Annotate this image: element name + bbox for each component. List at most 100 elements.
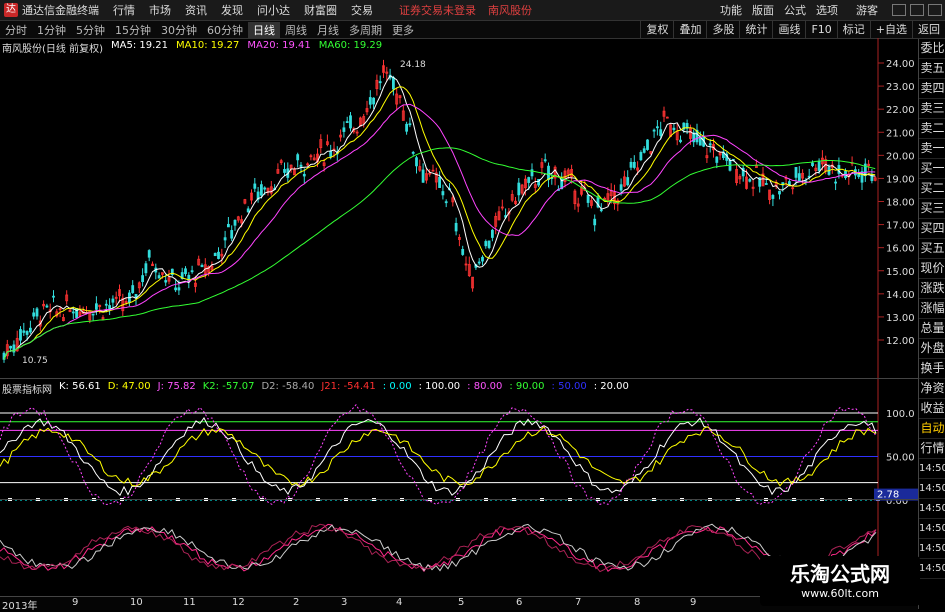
- candle-body: [342, 127, 346, 132]
- panel-change[interactable]: 涨跌: [919, 279, 945, 299]
- candle-body: [144, 263, 148, 274]
- indicator-d: D: 47.00: [107, 381, 151, 392]
- menu-layout[interactable]: 版面: [752, 2, 774, 18]
- menu-item-quotes[interactable]: 行情: [113, 2, 135, 18]
- menu-item-discover[interactable]: 发现: [221, 2, 243, 18]
- period-daily[interactable]: 日线: [248, 21, 280, 38]
- period-toolbar: 分时 1分钟 5分钟 15分钟 30分钟 60分钟 日线 周线 月线 多周期 更…: [0, 21, 945, 39]
- panel-weibi[interactable]: 委比: [919, 39, 945, 59]
- candle-body: [213, 252, 217, 257]
- btn-stats[interactable]: 统计: [739, 21, 772, 38]
- candle-body: [71, 311, 75, 314]
- candle-body: [246, 208, 250, 213]
- panel-buy1[interactable]: 买一: [919, 159, 945, 179]
- menu-item-news[interactable]: 资讯: [185, 2, 207, 18]
- panel-buy2[interactable]: 买二: [919, 179, 945, 199]
- candle-body: [629, 161, 633, 168]
- btn-f10[interactable]: F10: [805, 21, 836, 38]
- quote-side-panel: 委比 卖五 卖四 卖三 卖二 卖一 买一 买二 买三 买四 买五 现价 涨跌 涨…: [918, 39, 945, 609]
- ma-line: [3, 75, 876, 360]
- panel-turnover[interactable]: 换手: [919, 359, 945, 379]
- menu-bar: 达 通达信金融终端 行情 市场 资讯 发现 问小达 财富圈 交易 证券交易未登录…: [0, 0, 945, 21]
- candle-body: [299, 164, 303, 167]
- panel-volume[interactable]: 总量: [919, 319, 945, 339]
- menu-formula[interactable]: 公式: [784, 2, 806, 18]
- menu-options[interactable]: 选项: [816, 2, 838, 18]
- panel-net-assets[interactable]: 净资: [919, 379, 945, 399]
- panel-earnings[interactable]: 收益: [919, 399, 945, 419]
- app-title: 通达信金融终端: [22, 4, 99, 17]
- candle-body: [517, 182, 521, 196]
- panel-sell3[interactable]: 卖三: [919, 99, 945, 119]
- panel-change-pct[interactable]: 涨幅: [919, 299, 945, 319]
- candle-body: [52, 295, 55, 298]
- candle-body: [174, 287, 178, 291]
- period-monthly[interactable]: 月线: [312, 22, 344, 38]
- indicator-title[interactable]: 股票指标网: [2, 381, 52, 396]
- panel-time-3: 14:50: [919, 499, 945, 519]
- maximize-icon[interactable]: [910, 4, 924, 16]
- btn-back[interactable]: 返回: [912, 21, 945, 38]
- btn-add-watchlist[interactable]: +自选: [869, 21, 912, 38]
- candle-body: [177, 287, 181, 291]
- indicator-v50: : 50.00: [551, 381, 587, 392]
- btn-multi-stock[interactable]: 多股: [706, 21, 739, 38]
- panel-buy4[interactable]: 买四: [919, 219, 945, 239]
- panel-outer[interactable]: 外盘: [919, 339, 945, 359]
- indicator-k2: K2: -57.07: [202, 381, 255, 392]
- xaxis-label: 11: [183, 597, 196, 608]
- btn-restore-rights[interactable]: 复权: [640, 21, 673, 38]
- login-status[interactable]: 证券交易未登录: [399, 2, 476, 18]
- candle-body: [45, 305, 49, 308]
- menu-item-wealth[interactable]: 财富圈: [304, 2, 337, 18]
- panel-sell4[interactable]: 卖四: [919, 79, 945, 99]
- panel-sell2[interactable]: 卖二: [919, 119, 945, 139]
- panel-buy3[interactable]: 买三: [919, 199, 945, 219]
- candle-body: [223, 237, 227, 241]
- xaxis-label: 10: [130, 597, 143, 608]
- candle-body: [626, 177, 630, 186]
- candle-body: [147, 250, 151, 258]
- period-30min[interactable]: 30分钟: [156, 22, 202, 38]
- xaxis-label: 2013年: [2, 601, 38, 612]
- panel-sell5[interactable]: 卖五: [919, 59, 945, 79]
- panel-auto[interactable]: 自动: [919, 419, 945, 439]
- menu-function[interactable]: 功能: [720, 2, 742, 18]
- price-axis: 24.00 23.00 22.00 21.00 20.00 19.00 18.00 17.00…: [877, 38, 915, 598]
- menu-item-market[interactable]: 市场: [149, 2, 171, 18]
- candle-body: [9, 345, 13, 349]
- period-more[interactable]: 更多: [387, 22, 419, 38]
- btn-overlay[interactable]: 叠加: [673, 21, 706, 38]
- candle-body: [405, 123, 409, 132]
- minimize-icon[interactable]: [892, 4, 906, 16]
- menu-item-ask[interactable]: 问小达: [257, 2, 290, 18]
- candle-body: [190, 270, 194, 273]
- candle-body: [253, 183, 257, 189]
- period-weekly[interactable]: 周线: [280, 22, 312, 38]
- period-timeshare[interactable]: 分时: [0, 22, 32, 38]
- candle-body: [164, 280, 168, 283]
- menu-guest[interactable]: 游客: [856, 2, 878, 18]
- price-tick-label: 24.00: [886, 59, 915, 70]
- price-tick-label: 13.00: [886, 313, 915, 324]
- candle-body: [586, 194, 590, 203]
- panel-sell1[interactable]: 卖一: [919, 139, 945, 159]
- candle-body: [111, 298, 115, 303]
- period-5min[interactable]: 5分钟: [71, 22, 110, 38]
- menu-item-trade[interactable]: 交易: [351, 2, 373, 18]
- btn-draw[interactable]: 画线: [772, 21, 805, 38]
- period-multi[interactable]: 多周期: [344, 22, 387, 38]
- candle-body: [91, 313, 95, 316]
- panel-quotes[interactable]: 行情: [919, 439, 945, 459]
- period-15min[interactable]: 15分钟: [110, 22, 156, 38]
- period-1min[interactable]: 1分钟: [32, 22, 71, 38]
- candle-body: [639, 152, 643, 161]
- close-icon[interactable]: [928, 4, 942, 16]
- panel-buy5[interactable]: 买五: [919, 239, 945, 259]
- xaxis-label: 7: [575, 597, 582, 608]
- period-60min[interactable]: 60分钟: [202, 22, 248, 38]
- panel-time-5: 14:50: [919, 539, 945, 559]
- panel-price[interactable]: 现价: [919, 259, 945, 279]
- kline-chart[interactable]: 24.00 23.00 22.00 21.00 20.00 19.00 18.00 17.00…: [0, 38, 918, 598]
- btn-mark[interactable]: 标记: [836, 21, 870, 38]
